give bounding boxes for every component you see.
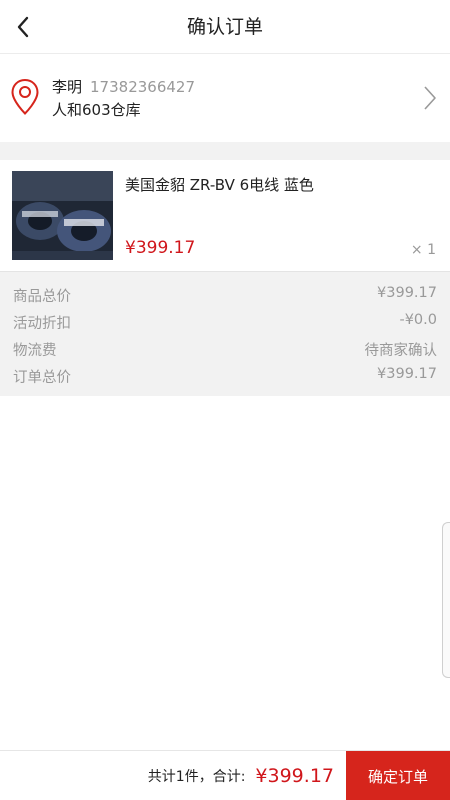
product-quantity: × 1	[410, 242, 436, 258]
location-pin-icon	[11, 78, 39, 115]
recipient-phone: 17382366427	[90, 78, 195, 96]
product-name: 美国金貂 ZR-BV 6电线 蓝色	[125, 176, 314, 194]
product-image[interactable]	[12, 171, 113, 260]
checkout-bar: 共计1件，合计: ¥399.17 确定订单	[0, 750, 450, 800]
side-drawer-handle[interactable]	[442, 522, 450, 678]
header-bar: 确认订单	[0, 0, 450, 54]
summary-label: 商品总价	[13, 289, 71, 305]
shipping-address-row[interactable]: 李明 17382366427 人和603仓库	[0, 54, 450, 142]
order-total: 共计1件，合计: ¥399.17	[148, 751, 334, 800]
product-item: 美国金貂 ZR-BV 6电线 蓝色 ¥399.17 × 1	[0, 160, 450, 271]
summary-label: 活动折扣	[13, 316, 71, 332]
cable-coil-photo	[12, 171, 113, 260]
confirm-order-button[interactable]: 确定订单	[346, 751, 450, 800]
chevron-right-icon	[424, 86, 436, 110]
summary-row-discount: 活动折扣 -¥0.0	[0, 310, 450, 337]
total-amount: ¥399.17	[255, 765, 334, 787]
summary-row-shipping: 物流费 待商家确认	[0, 337, 450, 364]
address-detail: 人和603仓库	[52, 101, 141, 119]
order-summary: 商品总价 ¥399.17 活动折扣 -¥0.0 物流费 待商家确认 订单总价 ¥…	[0, 271, 450, 396]
recipient-name: 李明	[52, 78, 83, 96]
summary-value: ¥399.17	[377, 366, 437, 382]
page-title: 确认订单	[186, 16, 263, 38]
summary-row-order-total: 订单总价 ¥399.17	[0, 364, 450, 391]
total-prefix: 共计1件，合计:	[147, 769, 246, 785]
summary-value: 待商家确认	[364, 343, 438, 359]
summary-value: ¥399.17	[377, 285, 437, 301]
summary-value: -¥0.0	[399, 312, 437, 328]
summary-label: 订单总价	[13, 370, 71, 386]
summary-row-goods-total: 商品总价 ¥399.17	[0, 283, 450, 310]
summary-label: 物流费	[13, 343, 57, 359]
section-divider	[0, 142, 450, 160]
product-price: ¥399.17	[125, 238, 196, 258]
recipient-line: 李明 17382366427	[52, 76, 195, 97]
